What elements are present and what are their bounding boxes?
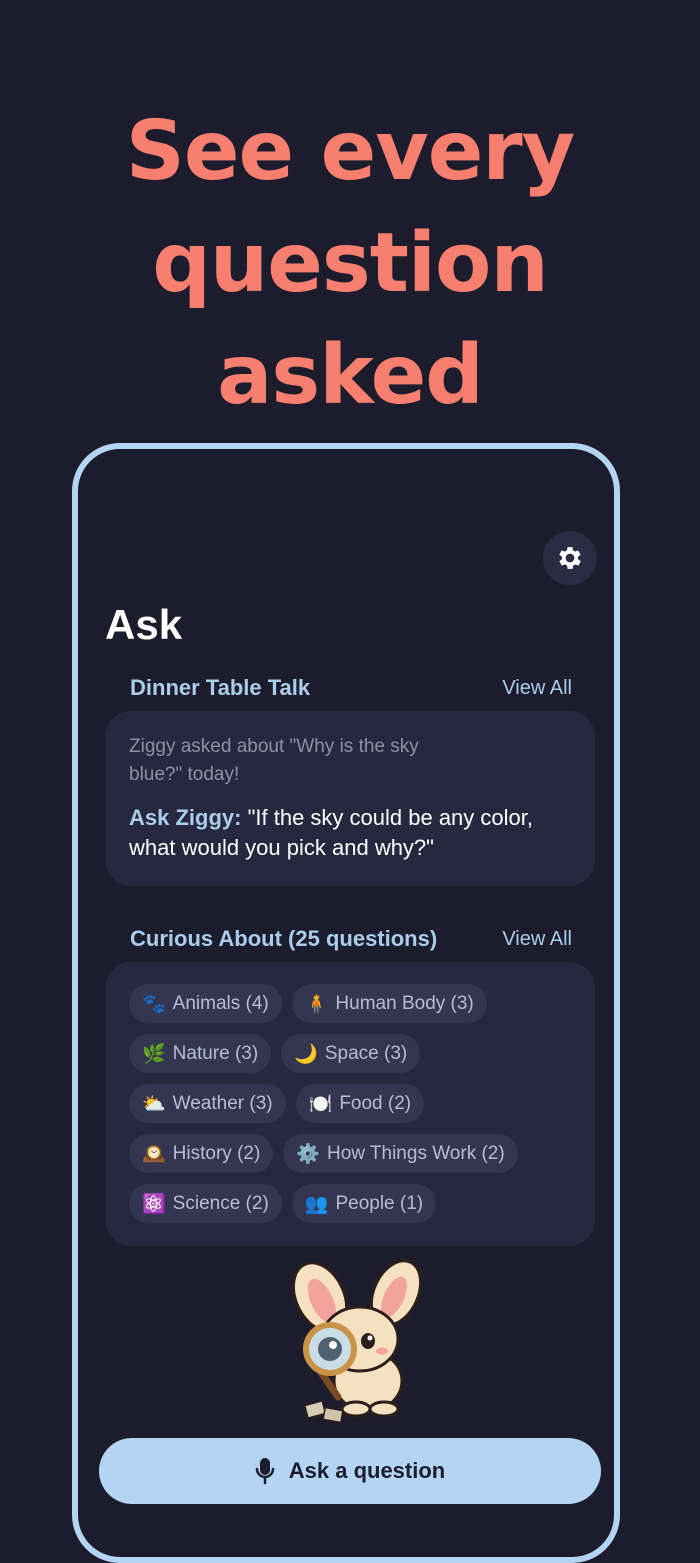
dinner-view-all-link[interactable]: View All: [502, 677, 572, 700]
dinner-prompt: Ask Ziggy: "If the sky could be any colo…: [129, 803, 571, 863]
microphone-icon: [255, 1457, 275, 1485]
chip-label: How Things Work (2): [326, 1142, 505, 1164]
topic-chip-human-body[interactable]: 🧍 Human Body (3): [291, 984, 487, 1023]
phone-frame: Ask Dinner Table Talk View All Ziggy ask…: [72, 443, 620, 1563]
chip-label: Nature (3): [172, 1042, 259, 1064]
chip-label: Weather (3): [172, 1092, 273, 1114]
chip-label: History (2): [172, 1142, 261, 1164]
dinner-card[interactable]: Ziggy asked about "Why is the sky blue?"…: [105, 711, 595, 886]
paw-icon: 🐾: [142, 993, 166, 1015]
topic-chip-history[interactable]: 🕰️ History (2): [129, 1134, 274, 1173]
topic-chip-science[interactable]: ⚛️ Science (2): [129, 1184, 282, 1223]
chip-label: Space (3): [324, 1042, 408, 1064]
chip-label: Human Body (3): [335, 992, 474, 1014]
clock-icon: 🕰️: [142, 1143, 166, 1165]
atom-icon: ⚛️: [142, 1193, 166, 1215]
headline: See every question asked: [0, 96, 700, 432]
ask-question-label: Ask a question: [288, 1458, 446, 1483]
topic-chip-people[interactable]: 👥 People (1): [291, 1184, 437, 1223]
topic-chip-weather[interactable]: ⛅ Weather (3): [129, 1084, 286, 1123]
bunny-mascot-illustration: [291, 1259, 423, 1424]
dinner-summary: Ziggy asked about "Why is the sky blue?"…: [129, 736, 419, 785]
topic-chip-how-things-work[interactable]: ⚙️ How Things Work (2): [283, 1134, 518, 1173]
plate-icon: 🍽️: [308, 1093, 333, 1115]
headline-line-1: See every: [125, 104, 575, 199]
curious-section-header: Curious About (25 questions) View All: [130, 926, 572, 952]
moon-icon: 🌙: [294, 1043, 318, 1065]
topic-chip-space[interactable]: 🌙 Space (3): [281, 1034, 421, 1073]
topic-chip-nature[interactable]: 🌿 Nature (3): [129, 1034, 272, 1073]
chip-label: Animals (4): [172, 992, 269, 1014]
chip-label: Science (2): [172, 1192, 269, 1214]
dinner-section-title: Dinner Table Talk: [130, 675, 311, 700]
settings-button[interactable]: [543, 531, 597, 585]
chip-label: People (1): [335, 1192, 424, 1214]
people-icon: 👥: [304, 1193, 329, 1215]
screen-title: Ask: [105, 601, 183, 648]
leaf-icon: 🌿: [142, 1043, 166, 1065]
gear-icon: ⚙️: [296, 1143, 320, 1165]
person-icon: 🧍: [304, 993, 329, 1015]
headline-line-2: question: [152, 216, 549, 311]
curious-section-title: Curious About (25 questions): [130, 926, 438, 951]
dinner-section-header: Dinner Table Talk View All: [130, 675, 572, 701]
topics-card: 🐾 Animals (4) 🧍 Human Body (3) 🌿 Nature (3)…: [105, 962, 595, 1246]
cloud-sun-icon: ⛅: [142, 1093, 166, 1115]
curious-view-all-link[interactable]: View All: [502, 928, 572, 951]
topic-chip-animals[interactable]: 🐾 Animals (4): [129, 984, 282, 1023]
ask-question-button[interactable]: Ask a question: [99, 1438, 601, 1504]
prompt-label: Ask Ziggy:: [129, 805, 242, 830]
topic-chip-food[interactable]: 🍽️ Food (2): [295, 1084, 425, 1123]
headline-line-3: asked: [217, 328, 484, 423]
gear-icon: [559, 547, 581, 569]
chip-label: Food (2): [339, 1092, 412, 1114]
